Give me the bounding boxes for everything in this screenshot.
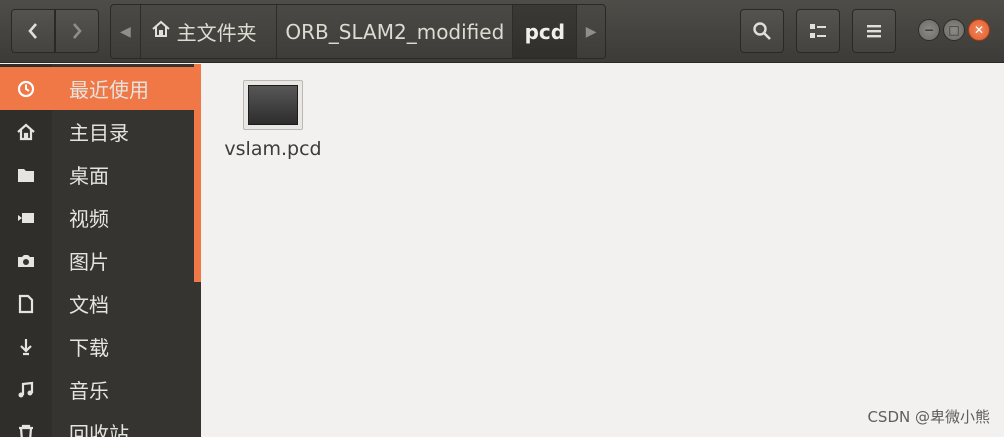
close-icon: ✕ [973, 23, 985, 37]
video-icon [0, 196, 52, 239]
back-button[interactable] [11, 9, 55, 53]
sidebar-item-desktop[interactable]: 桌面 [0, 153, 194, 196]
chevron-left-icon [28, 23, 37, 39]
sidebar-item-label: 音乐 [69, 379, 109, 403]
sidebar-item-label: 图片 [69, 250, 109, 274]
header-bar: ◀ 主文件夹 ORB_SLAM2_modified pcd ▶ − □ ✕ [0, 0, 1004, 63]
minimize-button[interactable]: − [918, 19, 940, 41]
document-icon [0, 282, 52, 325]
breadcrumb-orb-slam2[interactable]: ORB_SLAM2_modified [277, 5, 514, 58]
search-button[interactable] [740, 9, 784, 53]
sidebar-item-home[interactable]: 主目录 [0, 110, 194, 153]
sidebar-item-label: 文档 [69, 293, 109, 317]
list-view-icon [810, 24, 826, 38]
download-icon [0, 325, 52, 368]
breadcrumb: ◀ 主文件夹 ORB_SLAM2_modified pcd ▶ [110, 4, 606, 59]
sidebar-scrollbar[interactable] [194, 64, 201, 282]
sidebar-item-label: 最近使用 [69, 78, 149, 102]
watermark: CSDN @卑微小熊 [867, 408, 990, 426]
hamburger-icon [867, 25, 881, 38]
search-icon [753, 22, 771, 40]
trash-icon [0, 411, 52, 437]
file-item[interactable]: vslam.pcd [223, 80, 323, 160]
sidebar-item-recent[interactable]: 最近使用 [0, 67, 194, 110]
sidebar-item-documents[interactable]: 文档 [0, 282, 194, 325]
sidebar-item-label: 主目录 [69, 121, 129, 145]
sidebar-item-videos[interactable]: 视频 [0, 196, 194, 239]
chevron-right-icon [73, 23, 82, 39]
sidebar: 最近使用 主目录 桌面 视频 图片 文档 下载 音乐 回收站 [0, 64, 201, 437]
forward-button[interactable] [55, 9, 99, 53]
sidebar-item-downloads[interactable]: 下载 [0, 325, 194, 368]
breadcrumb-scroll-right[interactable]: ▶ [577, 5, 605, 58]
home-icon [151, 19, 171, 44]
minimize-icon: − [923, 23, 935, 37]
home-icon [0, 110, 52, 153]
sidebar-item-label: 视频 [69, 207, 109, 231]
recent-icon [0, 67, 52, 110]
file-thumbnail [243, 80, 303, 130]
music-icon [0, 368, 52, 411]
breadcrumb-home-label: 主文件夹 [176, 21, 257, 45]
breadcrumb-pcd[interactable]: pcd [513, 5, 578, 58]
sidebar-item-label: 桌面 [69, 164, 109, 188]
file-name: vslam.pcd [224, 138, 322, 160]
view-toggle-button[interactable] [796, 9, 840, 53]
menu-button[interactable] [852, 9, 896, 53]
sidebar-item-pictures[interactable]: 图片 [0, 239, 194, 282]
breadcrumb-home[interactable]: 主文件夹 [141, 5, 278, 58]
sidebar-item-label: 回收站 [69, 422, 129, 437]
breadcrumb-scroll-left[interactable]: ◀ [111, 5, 141, 58]
maximize-icon: □ [948, 23, 960, 37]
sidebar-item-label: 下载 [69, 336, 109, 360]
maximize-button[interactable]: □ [943, 19, 965, 41]
sidebar-item-music[interactable]: 音乐 [0, 368, 194, 411]
sidebar-item-trash[interactable]: 回收站 [0, 411, 194, 437]
close-button[interactable]: ✕ [968, 19, 990, 41]
file-view: vslam.pcd [201, 64, 1004, 437]
folder-icon [0, 153, 52, 196]
camera-icon [0, 239, 52, 282]
